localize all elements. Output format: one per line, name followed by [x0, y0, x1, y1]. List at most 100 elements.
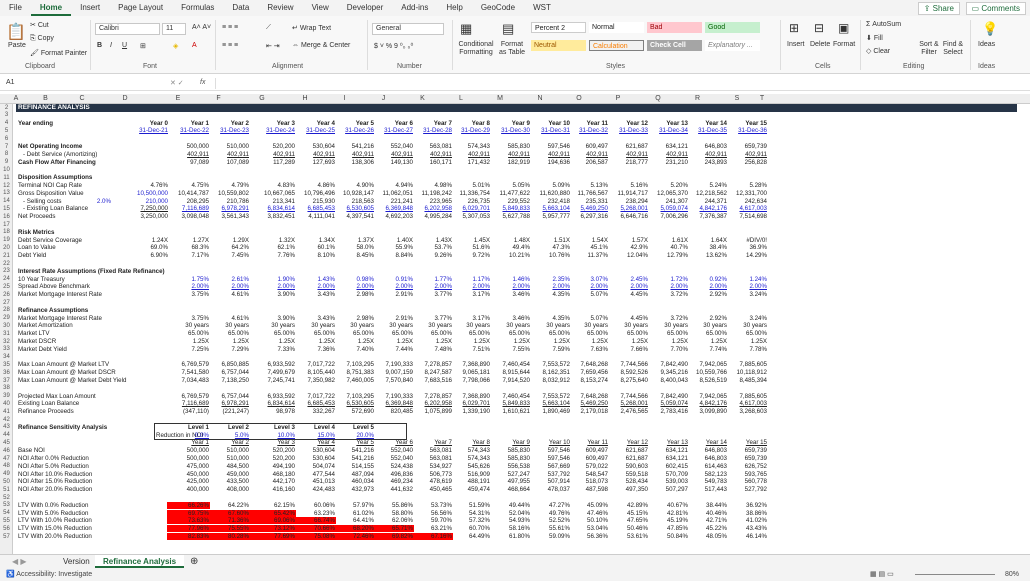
row-number: 27 [3, 299, 10, 306]
italic-button[interactable]: I [110, 42, 112, 49]
insert-cells-icon[interactable]: ⊞ [789, 21, 799, 35]
column-header-n[interactable]: N [520, 94, 560, 104]
fill-button[interactable]: ⬇ Fill [866, 34, 883, 42]
fx-icon[interactable]: fx [200, 79, 205, 86]
paste-button[interactable]: Paste [8, 42, 26, 49]
style-bad[interactable]: Bad [647, 22, 702, 33]
ribbon-tab-insert[interactable]: Insert [71, 0, 109, 16]
sheet-tab-refinance-analysis[interactable]: Refinance Analysis [95, 555, 185, 568]
style-normal[interactable]: Normal [589, 22, 644, 33]
column-header-g[interactable]: G [239, 94, 285, 104]
accessibility-status[interactable]: ♿ Accessibility: Investigate [6, 568, 92, 581]
borders-icon[interactable]: ⊞ [140, 42, 146, 50]
delete-cells-icon[interactable]: ⊟ [814, 21, 824, 35]
data-cell: 66.26% [188, 501, 209, 509]
font-name-select[interactable]: Calibri [95, 23, 160, 35]
wrap-text-button[interactable]: ↵ Wrap Text [292, 24, 331, 32]
align-top-icon[interactable]: ≡ ≡ ≡ [222, 24, 238, 31]
style-check-cell[interactable]: Check Cell [647, 40, 702, 51]
ribbon-tab-geocode[interactable]: GeoCode [472, 0, 524, 16]
column-header-t[interactable]: T [757, 94, 767, 104]
autosum-button[interactable]: Σ AutoSum [866, 21, 901, 28]
comments-button[interactable]: ▭ Comments [965, 2, 1026, 15]
currency-percent-comma-icons[interactable]: $ ˅ % 9 ⁰₀ ₀⁰ [374, 42, 413, 50]
format-as-table-icon[interactable]: ▤ [502, 21, 514, 37]
column-header-h[interactable]: H [285, 94, 325, 104]
ribbon-tab-developer[interactable]: Developer [338, 0, 392, 16]
style-calculation[interactable]: Calculation [589, 40, 644, 51]
font-size-buttons[interactable]: A˄ A˅ [192, 24, 211, 31]
zoom-slider[interactable] [915, 574, 995, 575]
conditional-formatting-icon[interactable]: ▦ [460, 21, 472, 37]
fill-color-icon[interactable]: ◈ [173, 42, 178, 50]
style-good[interactable]: Good [705, 22, 760, 33]
format-cells-icon[interactable]: ▣ [838, 21, 849, 35]
column-header-m[interactable]: M [480, 94, 520, 104]
add-sheet-icon[interactable]: ⊕ [182, 555, 206, 568]
name-box[interactable]: A1 [3, 78, 93, 89]
merge-center-button[interactable]: ⇔ Merge & Center [292, 42, 350, 49]
orientation-icon[interactable]: ⟋ [266, 24, 271, 32]
align-left-icon[interactable]: ≡ ≡ ≡ [222, 42, 238, 49]
ribbon-tab-wst[interactable]: WST [524, 0, 560, 16]
data-cell: 7.55% [512, 345, 530, 353]
column-header-f[interactable]: F [198, 94, 239, 104]
data-cell: 77.96% [188, 525, 209, 533]
format-cells-button[interactable]: Format [833, 41, 855, 48]
number-format-select[interactable]: General [372, 23, 444, 35]
column-header-p[interactable]: P [598, 94, 638, 104]
sheet-tab-version[interactable]: Version [55, 555, 98, 568]
column-header-l[interactable]: L [442, 94, 480, 104]
font-color-icon[interactable]: A [192, 42, 197, 49]
share-button[interactable]: ⇪ Share [917, 2, 960, 15]
bold-button[interactable]: B [97, 42, 102, 49]
sort-filter-button[interactable]: Sort & Filter [918, 41, 940, 57]
ribbon-tab-page-layout[interactable]: Page Layout [109, 0, 172, 16]
column-header-j[interactable]: J [364, 94, 403, 104]
format-as-table-button[interactable]: Format as Table [497, 41, 527, 57]
column-header-b[interactable]: B [19, 94, 72, 104]
column-header-c[interactable]: C [72, 94, 92, 104]
sheet-nav-arrows[interactable]: ◀ ▶ [4, 555, 35, 568]
font-size-select[interactable]: 11 [162, 23, 186, 35]
column-header-o[interactable]: O [560, 94, 598, 104]
data-cell: 117,289 [273, 158, 295, 166]
ribbon-tab-add-ins[interactable]: Add-ins [392, 0, 437, 16]
ribbon-tab-formulas[interactable]: Formulas [172, 0, 223, 16]
cut-button[interactable]: ✂ Cut [30, 21, 49, 29]
column-header-k[interactable]: K [403, 94, 442, 104]
column-header-e[interactable]: E [158, 94, 198, 104]
conditional-formatting-button[interactable]: Conditional Formatting [455, 41, 497, 57]
delete-cells-button[interactable]: Delete [810, 41, 830, 48]
format-painter-button[interactable]: 🖌 Format Painter [30, 49, 87, 57]
ideas-icon[interactable]: 💡 [982, 21, 998, 37]
ribbon-tab-view[interactable]: View [303, 0, 338, 16]
style-percent2[interactable]: Percent 2 [531, 22, 586, 33]
clear-button[interactable]: ◇ Clear [866, 47, 890, 55]
paste-icon[interactable]: 📋 [6, 22, 26, 42]
column-header-q[interactable]: Q [638, 94, 678, 104]
ribbon-tab-help[interactable]: Help [437, 0, 471, 16]
ribbon-tab-review[interactable]: Review [258, 0, 302, 16]
underline-button[interactable]: U [122, 42, 127, 49]
style-explanatory[interactable]: Explanatory ... [705, 40, 760, 51]
style-neutral[interactable]: Neutral [531, 40, 586, 51]
indent-icon[interactable]: ⇤ ⇥ [266, 42, 280, 50]
column-header-s[interactable]: S [717, 94, 757, 104]
column-header-i[interactable]: I [325, 94, 364, 104]
ideas-button[interactable]: Ideas [978, 41, 995, 48]
copy-button[interactable]: ⎘ Copy [30, 35, 54, 43]
formula-input[interactable] [215, 78, 1027, 89]
data-cell: 241,307 [665, 197, 688, 205]
insert-cells-button[interactable]: Insert [787, 41, 805, 48]
view-buttons[interactable]: ▦ ▤ ▭ [870, 568, 894, 581]
ribbon-tab-home[interactable]: Home [30, 0, 72, 16]
ribbon-tab-data[interactable]: Data [223, 0, 258, 16]
find-select-button[interactable]: Find & Select [942, 41, 964, 57]
column-header-d[interactable]: D [92, 94, 158, 104]
column-header-r[interactable]: R [678, 94, 717, 104]
worksheet-grid[interactable]: REFINANCE ANALYSIS Year ending Year 0 Year … [13, 104, 1030, 554]
formula-cancel-confirm-icons[interactable]: ✕ ✓ [170, 79, 184, 87]
data-cell: 534,927 [429, 462, 452, 470]
ribbon-tab-file[interactable]: File [0, 0, 31, 16]
